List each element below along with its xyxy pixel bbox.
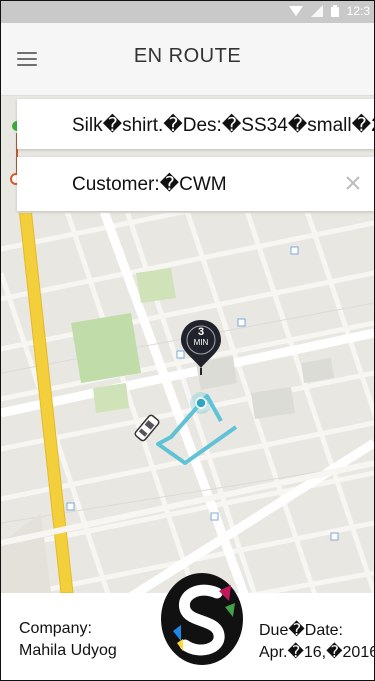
- pickup-row[interactable]: Silk�shirt.�Des:�SS34�small�250�: [17, 99, 374, 149]
- eta-label: 3 MIN: [179, 327, 223, 347]
- brand-logo-icon: [161, 573, 243, 665]
- close-icon[interactable]: [344, 174, 362, 192]
- route-card: Silk�shirt.�Des:�SS34�small�250� Custome…: [10, 97, 374, 213]
- battery-icon: [330, 5, 339, 17]
- eta-unit: MIN: [193, 338, 209, 347]
- status-time: 12:3: [346, 4, 370, 18]
- signal-icon: [310, 5, 323, 17]
- location-pin-icon[interactable]: 3 MIN: [179, 318, 223, 376]
- app-screen: 12:3 EN ROUTE 3 MIN Silk�shirt.�Des:�SS3…: [0, 0, 375, 681]
- due-date-label: Due�Date:: [259, 622, 343, 639]
- due-date-value: Apr.�16,�2016: [259, 644, 375, 661]
- company-label: Company:: [19, 620, 92, 637]
- app-bar: EN ROUTE: [1, 23, 374, 96]
- page-title: EN ROUTE: [133, 45, 242, 67]
- pickup-text: Silk�shirt.�Des:�SS34�small�250�: [72, 115, 374, 136]
- company-value: Mahila Udyog: [19, 642, 117, 659]
- wifi-icon: [288, 6, 303, 16]
- status-bar: 12:3: [1, 1, 374, 23]
- map-view[interactable]: [1, 213, 374, 593]
- dropoff-row[interactable]: Customer:�CWM: [17, 157, 374, 211]
- eta-value: 3: [197, 326, 205, 338]
- current-location-icon: [190, 392, 212, 414]
- dropoff-text: Customer:�CWM: [72, 174, 227, 195]
